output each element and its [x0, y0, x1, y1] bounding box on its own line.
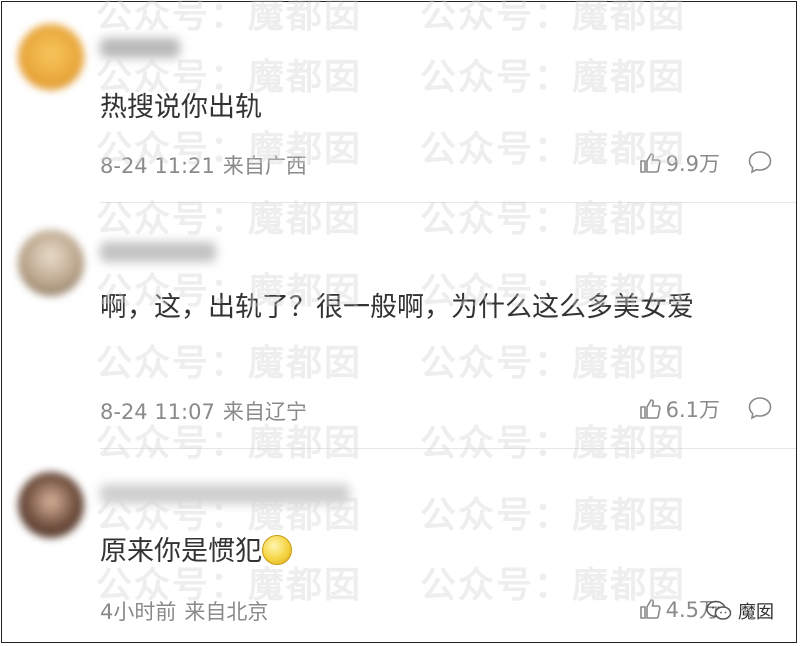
comment-list: 热搜说你出轨 8-24 11:21 来自广西 9.9万 啊，这，出轨了？很一般啊，… — [1, 1, 797, 643]
avatar[interactable] — [18, 472, 84, 538]
like-button[interactable]: 6.1万 — [638, 394, 720, 424]
comment-location: 来自广西 — [222, 154, 307, 178]
username-blurred[interactable] — [100, 38, 180, 58]
comment-meta: 4小时前 来自北京 — [100, 596, 268, 626]
smile-emoji-icon — [262, 534, 292, 565]
like-count: 6.1万 — [665, 398, 720, 422]
comment-text-content: 原来你是惯犯 — [100, 536, 262, 567]
comment-time: 4小时前 — [100, 600, 177, 624]
thumbs-up-icon — [639, 153, 661, 173]
comment-location: 来自北京 — [184, 600, 269, 624]
brand-badge: 魔囡 — [706, 598, 774, 624]
brand-label: 魔囡 — [738, 602, 774, 623]
comment-text: 啊，这，出轨了？很一般啊，为什么这么多美女爱 — [100, 292, 694, 323]
like-count: 9.9万 — [665, 152, 720, 176]
comment-location: 来自辽宁 — [222, 400, 307, 424]
like-button[interactable]: 9.9万 — [638, 148, 720, 178]
comment-item: 原来你是惯犯 4小时前 来自北京 4.5万 — [2, 448, 796, 642]
comment-meta: 8-24 11:21 来自广西 — [100, 150, 307, 180]
comment-text: 热搜说你出轨 — [100, 92, 262, 123]
username-blurred[interactable] — [100, 484, 350, 504]
thumbs-up-icon — [639, 599, 661, 619]
comment-time: 8-24 11:21 — [100, 154, 215, 178]
comment-item: 热搜说你出轨 8-24 11:21 来自广西 9.9万 — [2, 2, 796, 203]
comment-item: 啊，这，出轨了？很一般啊，为什么这么多美女爱 8-24 11:07 来自辽宁 6.… — [2, 202, 796, 449]
avatar[interactable] — [18, 230, 84, 296]
comment-text: 原来你是惯犯 — [100, 532, 780, 572]
reply-icon[interactable] — [746, 148, 774, 176]
thumbs-up-icon — [639, 399, 661, 419]
comment-time: 8-24 11:07 — [100, 400, 215, 424]
comment-meta: 8-24 11:07 来自辽宁 — [100, 396, 307, 426]
reply-icon[interactable] — [746, 394, 774, 422]
wechat-icon — [706, 600, 732, 620]
username-blurred[interactable] — [100, 242, 216, 262]
avatar[interactable] — [18, 24, 84, 90]
